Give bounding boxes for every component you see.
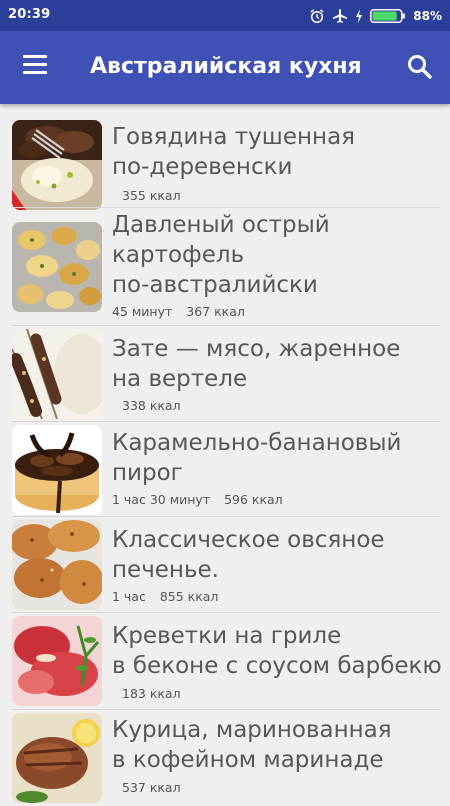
recipe-title: Курица, маринованная в кофейном маринаде	[112, 717, 392, 773]
recipe-meta: 338 ккал	[112, 398, 181, 413]
recipe-calories: 355 ккал	[122, 188, 181, 203]
recipe-thumbnail	[12, 120, 102, 210]
recipe-thumbnail	[12, 713, 102, 803]
recipe-meta: 355 ккал	[112, 188, 181, 203]
recipe-thumbnail	[12, 616, 102, 706]
recipe-time: 45 минут	[112, 304, 173, 319]
charging-icon	[356, 9, 363, 23]
battery-percent: 88%	[413, 9, 442, 23]
alarm-icon	[310, 9, 324, 24]
recipe-item[interactable]: Классическое овсяное печенье. 1 час 855 …	[0, 517, 450, 613]
recipe-item[interactable]: Карамельно-банановый пирог 1 час 30 мину…	[0, 422, 450, 517]
recipe-thumbnail	[12, 520, 102, 610]
status-icons: 88%	[309, 6, 442, 26]
recipe-title: Зате — мясо, жаренное на вертеле	[112, 336, 401, 392]
menu-button[interactable]	[18, 55, 52, 81]
recipe-title: Классическое овсяное печенье.	[112, 527, 385, 583]
page-title: Австралийская кухня	[90, 54, 362, 79]
status-bar: 20:39 88%	[0, 0, 450, 31]
recipe-title: Креветки на гриле в беконе с соусом барб…	[112, 623, 442, 679]
recipe-calories: 338 ккал	[122, 398, 181, 413]
recipe-item[interactable]: Креветки на гриле в беконе с соусом барб…	[0, 613, 450, 710]
recipe-list: Говядина тушенная по-деревенски 355 ккал	[0, 112, 450, 806]
recipe-item[interactable]: Давленый острый картофель по-австралийск…	[0, 208, 450, 326]
recipe-time: 1 час 30 минут	[112, 492, 211, 507]
recipe-title: Давленый острый картофель по-австралийск…	[112, 212, 330, 298]
recipe-calories: 367 ккал	[186, 304, 245, 319]
recipe-thumbnail	[12, 425, 102, 515]
search-icon[interactable]	[404, 51, 436, 83]
recipe-time: 1 час	[112, 589, 146, 604]
status-time: 20:39	[8, 7, 51, 22]
recipe-item[interactable]: Курица, маринованная в кофейном маринаде…	[0, 710, 450, 806]
recipe-meta: 537 ккал	[112, 780, 181, 795]
menu-icon	[23, 55, 47, 58]
battery-icon	[370, 9, 406, 23]
recipe-title: Говядина тушенная по-деревенски	[112, 124, 355, 180]
recipe-thumbnail	[12, 329, 102, 419]
recipe-meta: 1 час 30 минут 596 ккал	[112, 492, 283, 507]
recipe-item[interactable]: Зате — мясо, жаренное на вертеле 338 кка…	[0, 326, 450, 422]
recipe-calories: 596 ккал	[224, 492, 283, 507]
recipe-item[interactable]: Говядина тушенная по-деревенски 355 ккал	[0, 112, 450, 210]
airplane-icon	[333, 9, 348, 23]
recipe-calories: 183 ккал	[122, 686, 181, 701]
recipe-meta: 45 минут 367 ккал	[112, 304, 245, 319]
recipe-calories: 855 ккал	[159, 589, 219, 604]
app-bar: Австралийская кухня	[0, 31, 450, 104]
recipe-meta: 1 час 855 ккал	[112, 589, 218, 604]
recipe-calories: 537 ккал	[122, 780, 181, 795]
recipe-thumbnail	[12, 222, 102, 312]
recipe-title: Карамельно-банановый пирог	[112, 430, 402, 486]
recipe-meta: 183 ккал	[112, 686, 181, 701]
